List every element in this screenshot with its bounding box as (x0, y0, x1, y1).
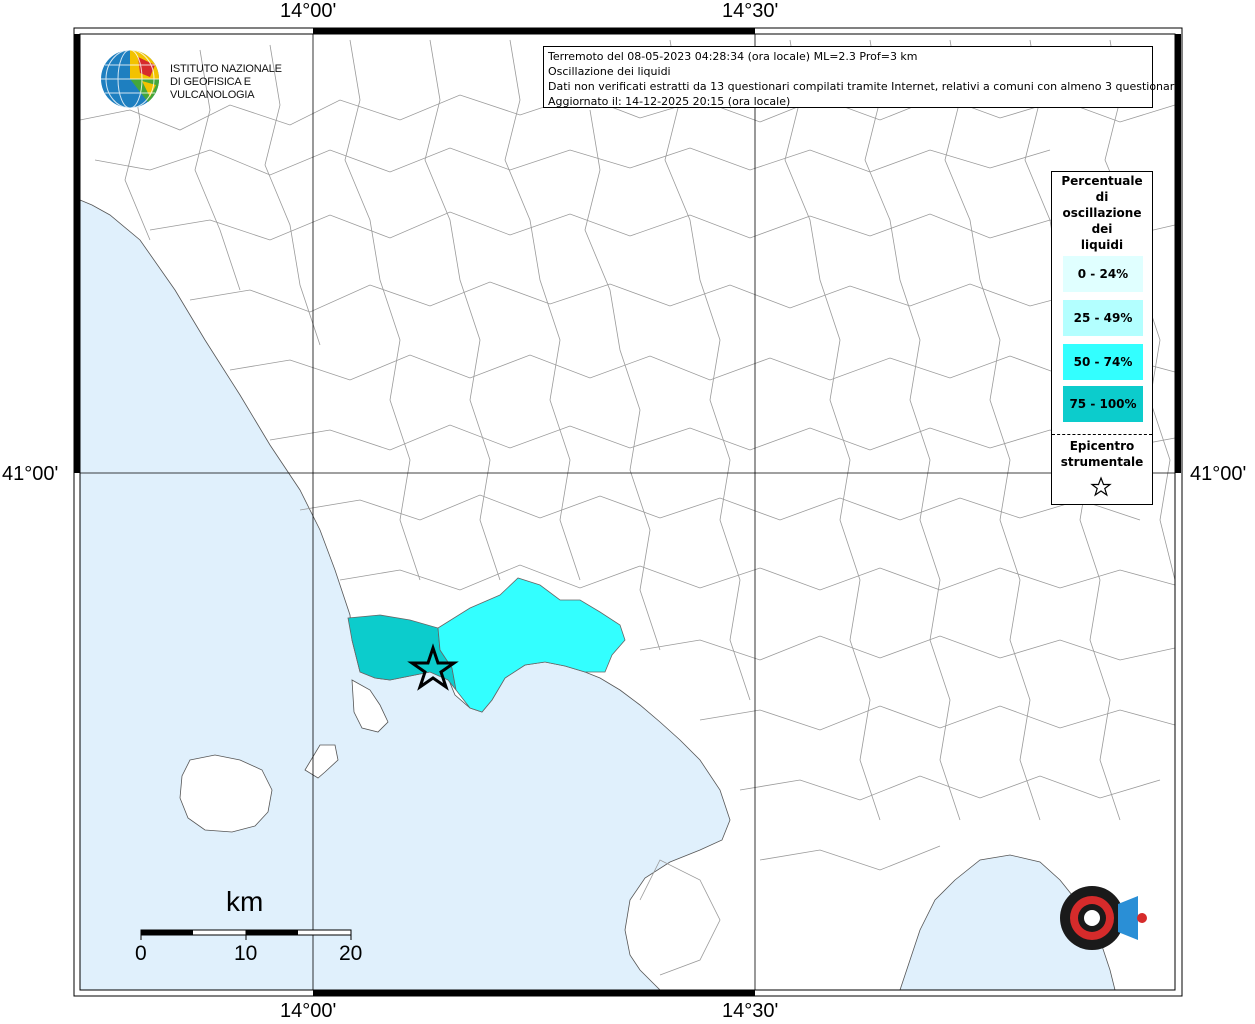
lat-label-left-41-00: 41°00' (2, 463, 59, 485)
legend-class-label: 50 - 74% (1073, 355, 1133, 369)
legend: Percentuale di oscillazione dei liquidi … (1051, 171, 1153, 505)
lon-label-top-14-30: 14°30' (722, 0, 779, 22)
event-info-box: Terremoto del 08-05-2023 04:28:34 (ora l… (543, 46, 1181, 108)
legend-epicenter-line: Epicentro (1069, 439, 1135, 453)
data-note: Dati non verificati estratti da 13 quest… (548, 80, 1181, 93)
ingv-logo: ISTITUTO NAZIONALE DI GEOFISICA E VULCAN… (100, 47, 320, 111)
scale-tick-0: 0 (135, 942, 147, 965)
legend-class-50-74: 50 - 74% (1063, 344, 1143, 380)
lon-label-bottom-14-30: 14°30' (722, 1000, 779, 1022)
legend-class-0-24: 0 - 24% (1063, 256, 1143, 292)
legend-title-line: di (1095, 190, 1109, 204)
legend-epicenter-line: strumentale (1060, 455, 1144, 469)
scale-tick-20: 20 (339, 942, 363, 965)
update-timestamp: Aggiornato il: 14-12-2025 20:15 (ora loc… (548, 95, 791, 108)
legend-separator (1052, 434, 1152, 435)
haisentito-logo (1030, 848, 1160, 978)
legend-class-75-100: 75 - 100% (1063, 386, 1143, 422)
legend-class-label: 75 - 100% (1069, 397, 1137, 411)
scale-unit: km (226, 886, 264, 917)
legend-title: Percentuale di oscillazione dei liquidi (1052, 173, 1152, 253)
scale-tick-10: 10 (234, 942, 258, 965)
lon-label-bottom-14-00: 14°00' (280, 1000, 337, 1022)
legend-class-25-49: 25 - 49% (1063, 300, 1143, 336)
legend-class-label: 0 - 24% (1077, 267, 1129, 281)
legend-star-icon (1090, 476, 1112, 497)
legend-title-line: oscillazione (1062, 206, 1142, 220)
event-title: Terremoto del 08-05-2023 04:28:34 (ora l… (548, 50, 918, 63)
map-subject: Oscillazione dei liquidi (548, 65, 671, 78)
legend-title-line: Percentuale (1061, 174, 1143, 188)
ingv-globe-icon (101, 49, 160, 109)
logo-text-line1: ISTITUTO NAZIONALE (170, 63, 282, 75)
legend-title-line: dei (1091, 222, 1113, 236)
legend-class-label: 25 - 49% (1073, 311, 1133, 325)
legend-epicenter-label: Epicentro strumentale (1052, 438, 1152, 470)
lon-label-top-14-00: 14°00' (280, 0, 337, 22)
logo-text-line2: DI GEOFISICA E VULCANOLOGIA (170, 76, 255, 101)
legend-title-line: liquidi (1080, 238, 1124, 252)
haisentito-watermark-icon (1060, 886, 1147, 950)
lat-label-right-41-00: 41°00' (1190, 463, 1247, 485)
